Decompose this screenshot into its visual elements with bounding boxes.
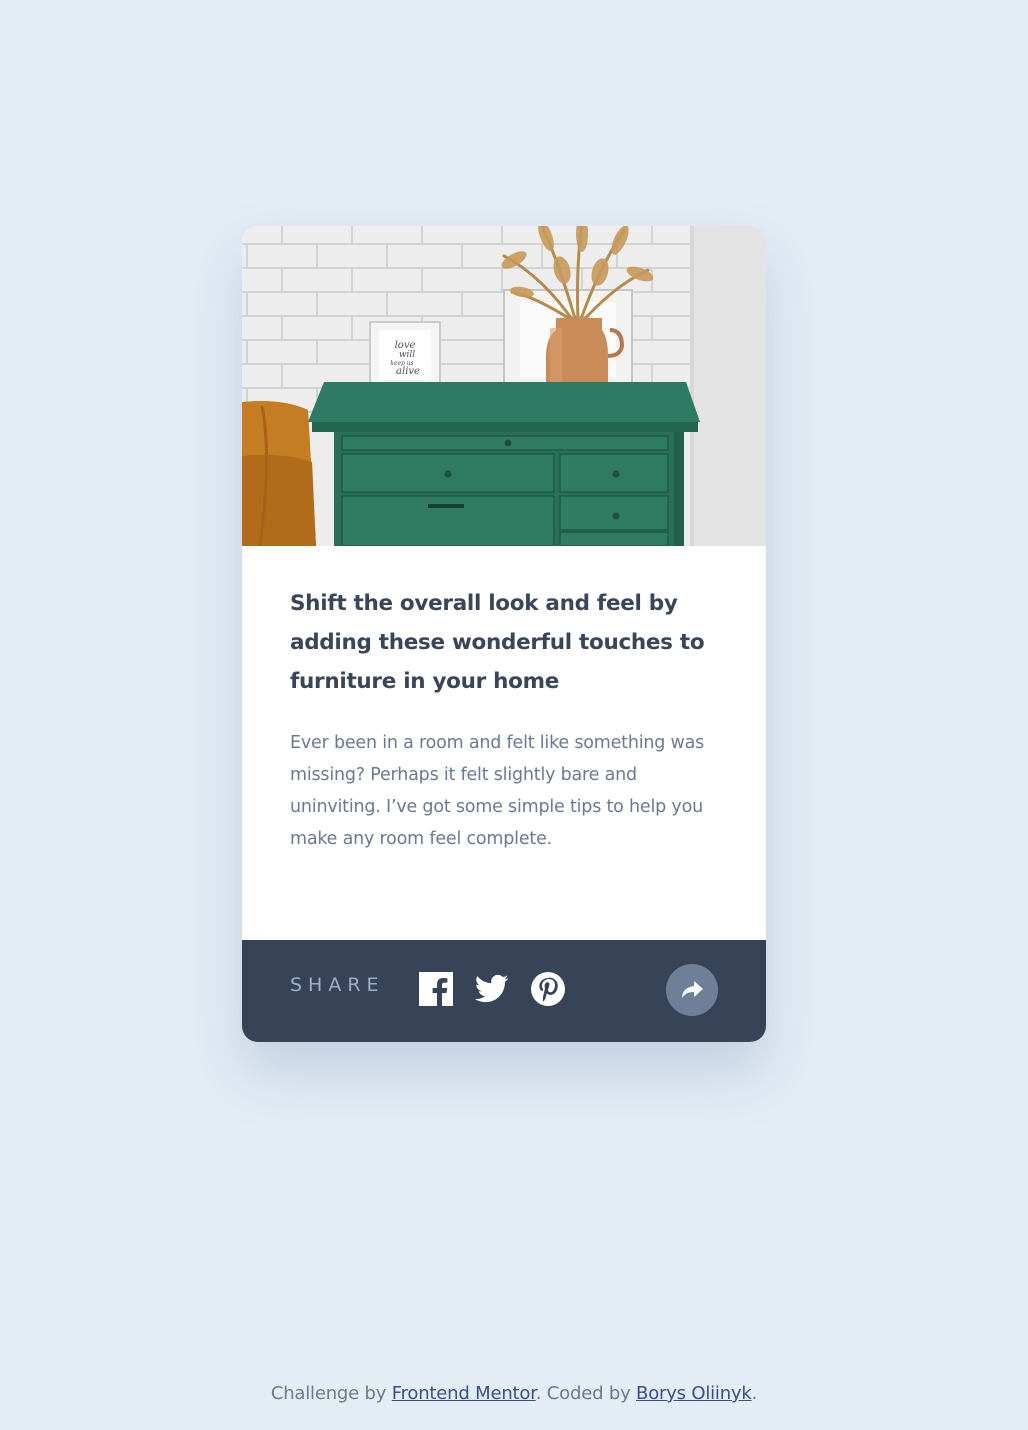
svg-text:alive: alive <box>396 366 420 377</box>
attribution-footer: Challenge by Frontend Mentor. Coded by B… <box>0 1383 1028 1404</box>
svg-text:will: will <box>399 350 415 360</box>
twitter-icon[interactable] <box>475 972 509 1006</box>
pinterest-icon[interactable] <box>531 972 565 1006</box>
share-arrow-icon <box>682 981 703 998</box>
footer-prefix: Challenge by <box>270 1383 392 1404</box>
footer-suffix: . <box>751 1383 758 1404</box>
article-description: Ever been in a room and felt like someth… <box>290 733 705 849</box>
share-bar: SHARE <box>242 940 766 1042</box>
frontend-mentor-link[interactable]: Frontend Mentor <box>392 1383 536 1404</box>
share-button[interactable] <box>666 964 718 1016</box>
footer-middle: . Coded by <box>535 1383 637 1404</box>
article-title: Shift the overall look and feel by addin… <box>290 591 705 694</box>
article-content: Shift the overall look and feel by addin… <box>242 546 766 855</box>
author-link[interactable]: Borys Oliinyk <box>636 1383 752 1404</box>
article-card: love will keep us alive Shift the overal… <box>242 226 766 1042</box>
article-image: love will keep us alive <box>242 226 766 546</box>
facebook-icon[interactable] <box>419 972 453 1006</box>
share-label: SHARE <box>290 974 385 996</box>
